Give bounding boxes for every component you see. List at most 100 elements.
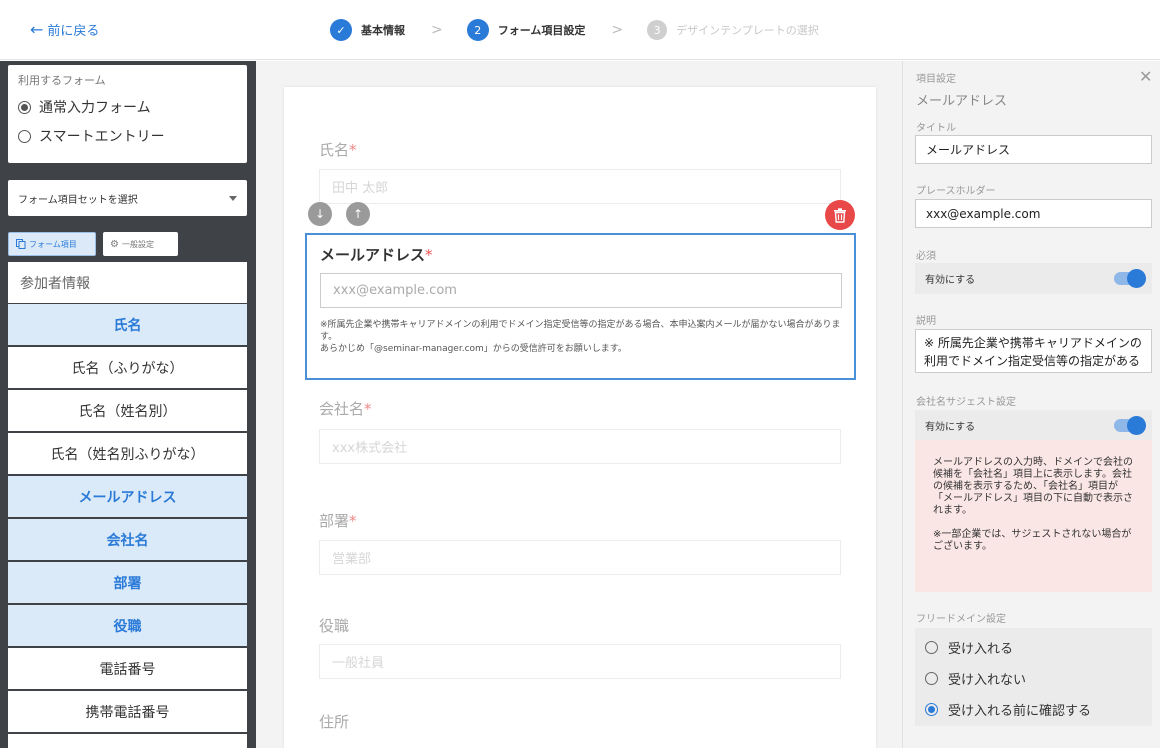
item-settings-panel: 項目設定 ✕ メールアドレス タイトル メールアドレス プレースホルダー xxx…	[902, 61, 1160, 748]
email-note-line: ※所属先企業や携帯キャリアドメインの利用でドメイン指定受信等の指定がある場合、本…	[320, 320, 841, 342]
suggest-toggle[interactable]	[1114, 416, 1146, 435]
list-item[interactable]: 役職	[8, 605, 247, 648]
description-label: 説明	[916, 316, 936, 327]
form-type-smart-entry[interactable]: スマートエントリー	[18, 126, 237, 146]
radio-selected-icon[interactable]	[18, 100, 31, 114]
form-type-option-label: スマートエントリー	[39, 129, 165, 145]
tab-form-items[interactable]: フォーム項目	[8, 232, 96, 256]
field-title-text: 会社名	[319, 400, 365, 418]
arrow-left-icon: ←	[30, 19, 44, 39]
position-input[interactable]: 一般社員	[319, 644, 841, 679]
radio-label: 受け入れる	[948, 642, 1014, 657]
list-item[interactable]: 氏名	[8, 304, 247, 347]
tab-label: フォーム項目	[29, 239, 77, 249]
delete-button[interactable]	[825, 200, 855, 230]
form-items-icon	[16, 239, 26, 249]
required-toggle[interactable]	[1114, 269, 1146, 288]
email-note: ※所属先企業や携帯キャリアドメインの利用でドメイン指定受信等の指定がある場合、本…	[320, 319, 845, 355]
field-name-title[interactable]: 氏名*	[319, 139, 357, 160]
field-department-title[interactable]: 部署*	[319, 510, 357, 531]
placeholder-input[interactable]: xxx@example.com	[915, 199, 1152, 228]
list-item[interactable]: 氏名（姓名別）	[8, 390, 247, 433]
items-category-header: 参加者情報	[8, 262, 247, 304]
trash-icon	[834, 207, 846, 223]
step-basic-info: ✓ 基本情報	[330, 19, 405, 41]
check-icon: ✓	[330, 19, 352, 41]
email-note-line: あらかじめ「@seminar-manager.com」からの受信許可をお願いしま…	[320, 344, 627, 354]
list-item[interactable]: 氏名（姓名別ふりがな）	[8, 433, 247, 476]
required-mark: *	[349, 512, 357, 530]
step-number: 2	[466, 19, 489, 41]
required-mark: *	[425, 246, 433, 264]
arrow-down-icon[interactable]: ↓	[308, 202, 332, 226]
radio-label: 受け入れる前に確認する	[948, 704, 1092, 719]
field-position-title[interactable]: 役職	[319, 615, 349, 636]
radio-icon[interactable]	[925, 672, 938, 685]
suggest-note-line: メールアドレスの入力時、ドメインで会社の候補を「会社名」項目上に表示します。会社…	[933, 457, 1133, 516]
email-input[interactable]: xxx@example.com	[320, 273, 842, 308]
company-input[interactable]: xxx株式会社	[319, 429, 841, 464]
radio-selected-icon[interactable]	[925, 703, 938, 716]
back-label: 前に戻る	[47, 24, 100, 39]
toggle-label: 有効にする	[925, 275, 976, 286]
field-title-text: 役職	[319, 617, 350, 635]
description-textarea[interactable]: ※ 所属先企業や携帯キャリアドメインの利用でドメイン指定受信等の指定がある	[915, 329, 1152, 373]
step-form-items: 2 フォーム項目設定	[466, 19, 585, 41]
tab-label: 一般設定	[121, 239, 154, 249]
form-preview-card: 氏名* 田中 太郎 ↓ ↑ メールアドレス* xxx@example.com ※…	[284, 87, 876, 748]
required-label: 必須	[916, 251, 936, 262]
list-item[interactable]: 氏名（ふりがな）	[8, 347, 247, 390]
radio-icon[interactable]	[18, 129, 31, 143]
sidebar-tabs: フォーム項目 ⚙ 一般設定	[8, 232, 178, 256]
suggest-label: 会社名サジェスト設定	[916, 397, 1016, 408]
field-title-text: 氏名	[319, 141, 350, 159]
item-set-select[interactable]: フォーム項目セットを選択	[8, 180, 247, 216]
field-title-text: メールアドレス	[320, 246, 426, 264]
gear-icon: ⚙	[110, 238, 119, 250]
name-input[interactable]: 田中 太郎	[319, 169, 841, 204]
free-domain-accept[interactable]: 受け入れる	[925, 632, 1142, 663]
item-set-placeholder: フォーム項目セットを選択	[18, 194, 138, 206]
settings-item-name: メールアドレス	[916, 94, 1008, 109]
free-domain-confirm[interactable]: 受け入れる前に確認する	[925, 694, 1142, 725]
chevron-right-icon: >	[611, 22, 624, 38]
caret-down-icon	[229, 195, 237, 201]
title-input[interactable]: メールアドレス	[915, 135, 1152, 164]
suggest-note: メールアドレスの入力時、ドメインで会社の候補を「会社名」項目上に表示します。会社…	[915, 440, 1152, 592]
free-domain-label: フリードメイン設定	[916, 614, 1006, 625]
suggest-note-line: ※一部企業では、サジェストされない場合がございます。	[933, 529, 1132, 552]
step-number: 3	[647, 20, 668, 40]
step-label: デザインテンプレートの選択	[676, 24, 819, 37]
placeholder-label: プレースホルダー	[916, 186, 996, 197]
form-items-list: 参加者情報 氏名 氏名（ふりがな） 氏名（姓名別） 氏名（姓名別ふりがな） メー…	[8, 262, 247, 748]
back-button[interactable]: ← 前に戻る	[30, 20, 99, 39]
list-item[interactable]: 会社名	[8, 519, 247, 562]
close-icon[interactable]: ✕	[1139, 67, 1152, 86]
required-mark: *	[364, 400, 372, 418]
stepper: ✓ 基本情報 > 2 フォーム項目設定 > 3 デザインテンプレートの選択	[330, 19, 819, 41]
field-email-selected[interactable]: メールアドレス* xxx@example.com ※所属先企業や携帯キャリアドメ…	[305, 233, 856, 380]
list-item[interactable]: 部署	[8, 562, 247, 605]
list-item[interactable]: メールアドレス	[8, 476, 247, 519]
form-type-normal[interactable]: 通常入力フォーム	[18, 97, 237, 117]
field-company-title[interactable]: 会社名*	[319, 398, 372, 419]
tab-general-settings[interactable]: ⚙ 一般設定	[103, 232, 178, 256]
form-type-label: 利用するフォーム	[18, 74, 106, 87]
radio-label: 受け入れない	[948, 673, 1027, 688]
step-design-template: 3 デザインテンプレートの選択	[647, 20, 819, 40]
arrow-up-icon[interactable]: ↑	[346, 202, 370, 226]
department-input[interactable]: 営業部	[319, 540, 841, 575]
list-item[interactable]: 携帯電話番号	[8, 691, 247, 734]
form-type-option-label: 通常入力フォーム	[39, 100, 151, 116]
form-preview-canvas: 氏名* 田中 太郎 ↓ ↑ メールアドレス* xxx@example.com ※…	[256, 61, 902, 748]
top-bar: ← 前に戻る ✓ 基本情報 > 2 フォーム項目設定 > 3 デザインテンプレー…	[0, 0, 1160, 60]
required-toggle-row: 有効にする	[915, 263, 1152, 294]
field-title-text: 住所	[319, 713, 350, 731]
required-mark: *	[349, 141, 357, 159]
form-type-selector: 利用するフォーム 通常入力フォーム スマートエントリー	[8, 65, 247, 163]
radio-icon[interactable]	[925, 641, 938, 654]
list-item[interactable]: 電話番号	[8, 648, 247, 691]
free-domain-reject[interactable]: 受け入れない	[925, 663, 1142, 694]
title-label: タイトル	[916, 123, 956, 134]
field-address-title[interactable]: 住所	[319, 711, 349, 732]
